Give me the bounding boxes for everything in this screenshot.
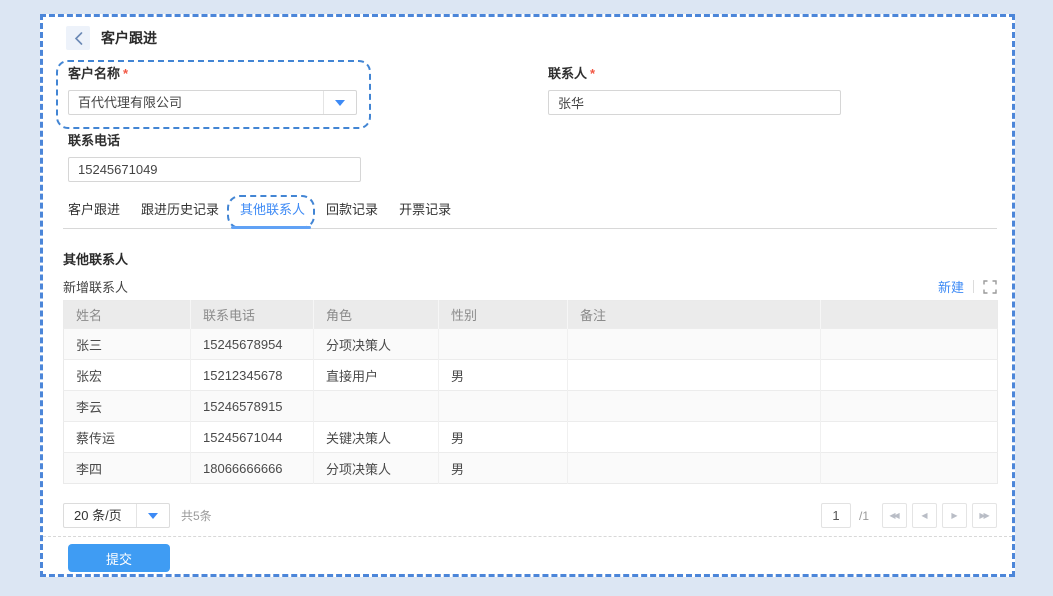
table-row[interactable]: 李云15246578915 [64,391,998,422]
table-row[interactable]: 张三15245678954分项决策人 [64,329,998,360]
table-row[interactable]: 张宏15212345678直接用户男 [64,360,998,391]
next-page-button[interactable]: ▶ [942,503,967,528]
double-chevron-left-icon: ◀◀ [889,511,897,520]
table-row[interactable]: 李四18066666666分项决策人男 [64,453,998,484]
page-size-select[interactable]: 20 条/页 [63,503,170,528]
chevron-down-icon [148,513,158,519]
tab-bar: 客户跟进 跟进历史记录 其他联系人 回款记录 开票记录 [63,202,997,229]
table-header-row: 姓名 联系电话 角色 性别 备注 [64,301,998,329]
new-button[interactable]: 新建 [938,277,964,296]
tab-follow-up-history[interactable]: 跟进历史记录 [136,202,224,218]
customer-name-label: 客户名称* [68,66,357,82]
pagination-bar: 20 条/页 共5条 1 /1 ◀◀ ◀ ▶ ▶▶ [63,503,997,528]
col-header-remarks: 备注 [568,301,821,329]
back-button[interactable] [66,26,90,50]
total-pages: /1 [859,509,869,523]
chevron-right-icon: ▶ [951,511,957,520]
page-title: 客户跟进 [101,28,157,48]
phone-input[interactable] [68,157,361,182]
customer-name-select[interactable]: 百代代理有限公司 [68,90,357,115]
table-row[interactable]: 蔡传运15245671044关键决策人男 [64,422,998,453]
first-page-button[interactable]: ◀◀ [882,503,907,528]
form-row-1: 客户名称* 百代代理有限公司 联系人* [63,60,997,129]
annotation-customer-name-highlight: 客户名称* 百代代理有限公司 [56,60,371,129]
footer-divider [43,536,1012,537]
customer-follow-up-panel: 客户跟进 客户名称* 百代代理有限公司 联系人* 联系电话 客户跟进 [40,14,1015,577]
current-page-input[interactable]: 1 [821,503,851,528]
submit-button[interactable]: 提交 [68,544,170,572]
contact-label: 联系人* [548,66,841,82]
double-chevron-right-icon: ▶▶ [979,511,987,520]
tab-invoice-records[interactable]: 开票记录 [394,202,456,218]
toolbar-divider [973,280,974,293]
customer-name-caret-zone[interactable] [323,91,356,114]
col-header-gender: 性别 [439,301,568,329]
tab-payment-records[interactable]: 回款记录 [321,202,383,218]
col-header-extra [821,301,998,329]
contact-field-group: 联系人* [548,60,841,115]
customer-name-value: 百代代理有限公司 [69,91,323,114]
fullscreen-icon [983,280,997,294]
col-header-role: 角色 [314,301,439,329]
page-size-value: 20 条/页 [64,504,136,527]
last-page-button[interactable]: ▶▶ [972,503,997,528]
active-tab-underline [231,226,311,229]
total-count: 共5条 [181,507,212,524]
col-header-name: 姓名 [64,301,191,329]
phone-label: 联系电话 [68,133,997,149]
table-toolbar: 新增联系人 新建 [63,277,997,296]
tab-customer-follow-up[interactable]: 客户跟进 [63,202,125,218]
page-size-caret-zone[interactable] [136,504,169,527]
header: 客户跟进 [63,26,997,50]
required-asterisk: * [590,66,595,81]
contacts-table: 姓名 联系电话 角色 性别 备注 张三15245678954分项决策人 张宏15… [63,300,998,484]
section-title: 其他联系人 [63,249,997,268]
chevron-left-icon: ◀ [921,511,927,520]
expand-button[interactable] [983,280,997,294]
contact-input[interactable] [548,90,841,115]
required-asterisk: * [123,66,128,81]
col-header-phone: 联系电话 [191,301,314,329]
phone-field-group: 联系电话 [68,133,997,182]
chevron-down-icon [335,100,345,106]
add-contact-label: 新增联系人 [63,277,128,296]
chevron-left-icon [74,32,83,45]
tab-other-contacts[interactable]: 其他联系人 [235,202,310,218]
prev-page-button[interactable]: ◀ [912,503,937,528]
